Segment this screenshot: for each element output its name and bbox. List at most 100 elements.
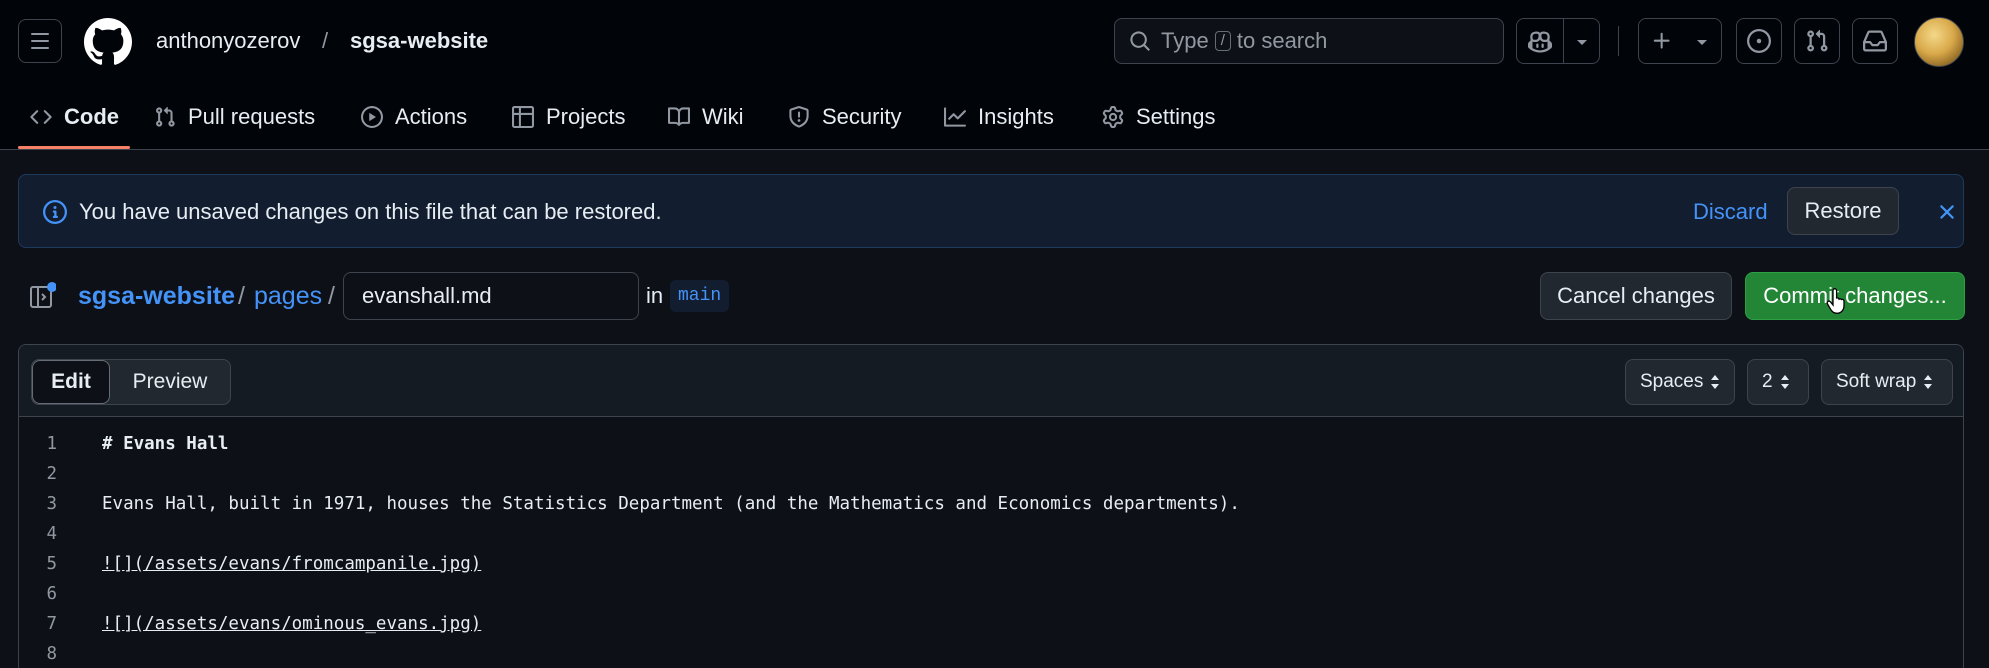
code-line: 1 # Evans Hall — [19, 429, 1963, 459]
close-icon[interactable] — [1935, 200, 1959, 224]
restore-button[interactable]: Restore — [1787, 187, 1899, 235]
play-icon — [361, 106, 383, 128]
global-header: anthonyozerov / sgsa-website Type / to s… — [0, 0, 1989, 84]
graph-icon — [944, 107, 966, 127]
breadcrumb-owner[interactable]: anthonyozerov — [156, 24, 300, 58]
path-folder-link[interactable]: pages — [254, 280, 322, 312]
line-number: 8 — [46, 644, 57, 664]
discard-link[interactable]: Discard — [1693, 199, 1768, 225]
tab-label: Settings — [1136, 104, 1216, 129]
commit-changes-button[interactable]: Commit changes... — [1745, 272, 1965, 320]
line-number: 5 — [46, 554, 57, 574]
code-line: 5 ![](/assets/evans/fromcampanile.jpg) — [19, 549, 1963, 579]
tab-settings[interactable]: Settings — [1102, 84, 1216, 150]
github-logo-icon[interactable] — [84, 18, 132, 66]
wrap-mode-value: Soft wrap — [1836, 371, 1917, 392]
code-line: 7 ![](/assets/evans/ominous_evans.jpg) — [19, 609, 1963, 639]
breadcrumb-repo[interactable]: sgsa-website — [350, 24, 488, 58]
code-line: 4 — [19, 519, 1963, 549]
code-line: 6 — [19, 579, 1963, 609]
repo-nav: Code Pull requests Actions Projects Wiki… — [0, 84, 1989, 150]
search-icon — [1130, 31, 1150, 51]
tab-pull-requests[interactable]: Pull requests — [154, 84, 315, 150]
tab-label: Security — [822, 104, 902, 129]
line-content[interactable]: # Evans Hall — [102, 429, 228, 459]
tab-insights[interactable]: Insights — [944, 84, 1054, 150]
code-line: 3 Evans Hall, built in 1971, houses the … — [19, 489, 1963, 519]
cancel-changes-button[interactable]: Cancel changes — [1540, 272, 1732, 320]
tab-label: Wiki — [702, 104, 744, 129]
book-icon — [668, 107, 690, 126]
issue-opened-icon — [1747, 29, 1771, 53]
line-number: 6 — [46, 584, 57, 604]
table-icon — [512, 106, 534, 128]
file-tree-toggle-icon[interactable] — [28, 282, 56, 310]
gear-icon — [1102, 106, 1124, 128]
file-editor: Edit Preview Spaces 2 Soft wrap 1 # Evan… — [18, 344, 1964, 668]
path-separator: / — [328, 282, 335, 310]
header-divider — [1618, 26, 1619, 56]
active-tab-indicator — [18, 146, 130, 149]
menu-icon-bar — [31, 33, 49, 35]
menu-button[interactable] — [18, 19, 62, 63]
search-input[interactable]: Type / to search — [1114, 18, 1504, 64]
chevron-down-icon[interactable] — [1575, 37, 1589, 47]
info-icon — [43, 200, 67, 224]
user-avatar[interactable] — [1914, 17, 1964, 67]
line-number: 1 — [46, 434, 57, 454]
copilot-icon[interactable] — [1528, 30, 1552, 54]
button-divider — [1563, 19, 1564, 63]
tab-label: Projects — [546, 104, 626, 129]
tab-actions[interactable]: Actions — [361, 84, 467, 150]
line-number: 4 — [46, 524, 57, 544]
indent-mode-value: Spaces — [1640, 371, 1704, 392]
tab-security[interactable]: Security — [788, 84, 901, 150]
search-prefix: Type — [1161, 28, 1209, 53]
git-pull-request-icon — [156, 106, 175, 127]
inbox-button[interactable] — [1852, 18, 1898, 64]
inbox-icon — [1863, 30, 1887, 52]
wrap-mode-select[interactable]: Soft wrap — [1821, 359, 1953, 405]
select-arrows-icon — [1711, 375, 1720, 389]
tab-code[interactable]: Code — [30, 84, 119, 150]
git-pull-request-icon — [1807, 29, 1828, 52]
line-content[interactable]: Evans Hall, built in 1971, houses the St… — [102, 489, 1240, 519]
breadcrumb-separator: / — [322, 28, 329, 53]
indent-size-value: 2 — [1762, 371, 1773, 392]
path-separator: / — [238, 282, 245, 310]
editor-toolbar: Edit Preview Spaces 2 Soft wrap — [19, 345, 1963, 417]
branch-badge: main — [670, 280, 730, 312]
line-content[interactable]: ![](/assets/evans/fromcampanile.jpg) — [102, 549, 481, 579]
edit-tab[interactable]: Edit — [32, 360, 110, 404]
filename-field[interactable] — [343, 272, 639, 320]
line-content[interactable]: ![](/assets/evans/ominous_evans.jpg) — [102, 609, 481, 639]
code-icon — [30, 110, 52, 124]
hand-pointer-cursor-icon — [1826, 288, 1845, 314]
tab-wiki[interactable]: Wiki — [668, 84, 744, 150]
indent-size-select[interactable]: 2 — [1747, 359, 1809, 405]
copilot-button-group[interactable] — [1516, 18, 1600, 64]
shield-icon — [789, 106, 809, 128]
menu-icon-bar — [31, 40, 49, 42]
tab-label: Code — [64, 104, 119, 129]
pull-requests-button[interactable] — [1794, 18, 1840, 64]
tab-label: Actions — [395, 104, 468, 129]
plus-icon — [1653, 32, 1670, 49]
issues-button[interactable] — [1736, 18, 1782, 64]
search-shortcut-key: / — [1214, 31, 1231, 51]
tab-label: Insights — [978, 104, 1054, 129]
line-number: 3 — [46, 494, 57, 514]
code-line: 8 — [19, 639, 1963, 668]
select-arrows-icon — [1780, 375, 1789, 389]
create-new-button[interactable] — [1638, 18, 1722, 64]
code-area[interactable]: 1 # Evans Hall 2 3 Evans Hall, built in … — [19, 429, 1963, 668]
code-line: 2 — [19, 459, 1963, 489]
chevron-down-icon — [1697, 40, 1707, 45]
path-repo-link[interactable]: sgsa-website — [78, 280, 235, 312]
tab-projects[interactable]: Projects — [512, 84, 625, 150]
preview-tab[interactable]: Preview — [110, 360, 230, 404]
select-arrows-icon — [1924, 375, 1933, 389]
banner-message: You have unsaved changes on this file th… — [79, 199, 662, 224]
indent-mode-select[interactable]: Spaces — [1625, 359, 1735, 405]
line-number: 7 — [46, 614, 57, 634]
